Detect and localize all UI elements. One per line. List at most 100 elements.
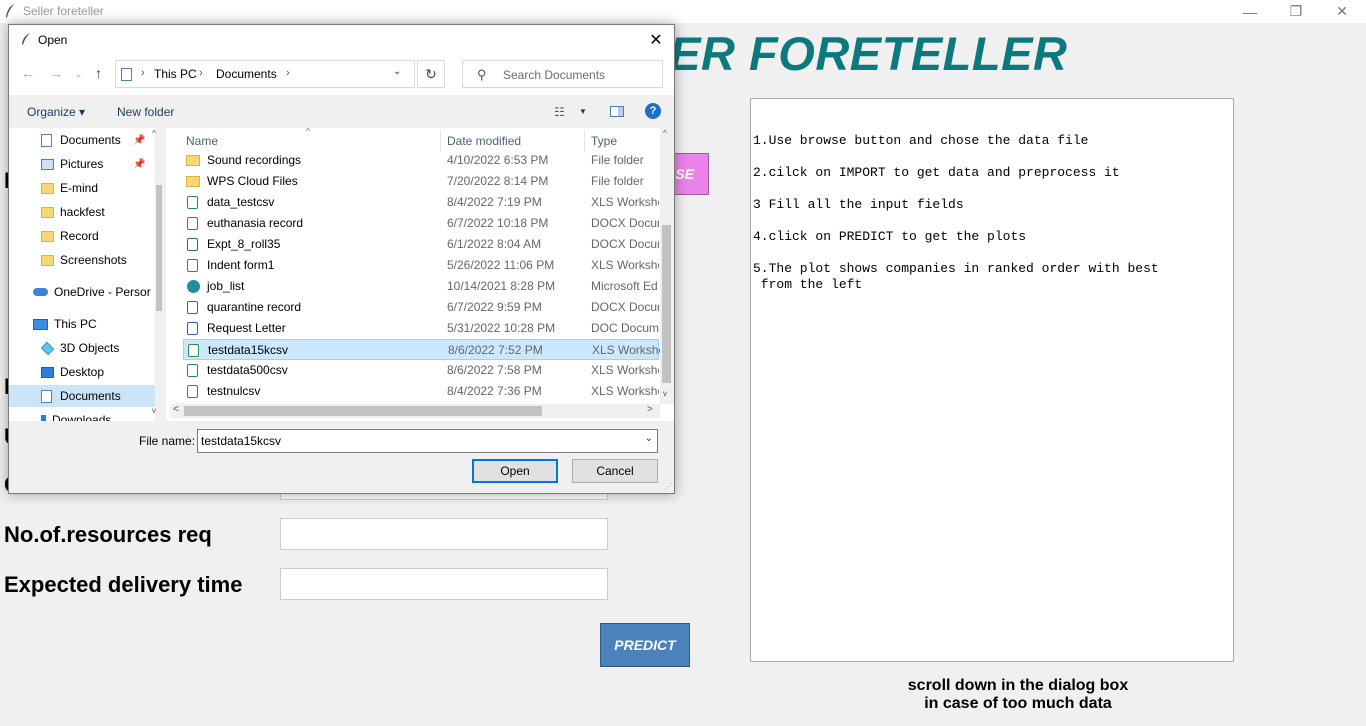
file-list-horizontal-scroll-thumb[interactable] [184, 406, 542, 416]
instruction-line: from the left [753, 277, 863, 292]
chevron-right-icon: › [286, 67, 290, 79]
file-row[interactable]: data_testcsv 8/4/2022 7:19 PM XLS Workshe [183, 192, 659, 213]
column-divider[interactable] [440, 130, 441, 152]
chevron-down-icon[interactable]: ▼ [579, 107, 587, 116]
breadcrumb-this-pc[interactable]: This PC [154, 67, 197, 81]
file-type: DOCX Docur [591, 237, 659, 251]
file-name: Expt_8_roll35 [207, 237, 281, 251]
scroll-note-line-1: scroll down in the dialog box [907, 677, 1129, 694]
dialog-titlebar: Open ✕ [9, 25, 674, 55]
instructions-box[interactable]: 1.Use browse button and chose the data f… [750, 98, 1234, 662]
up-arrow-icon[interactable]: ↑ [95, 65, 102, 81]
file-row[interactable]: job_list 10/14/2021 8:28 PM Microsoft Ed [183, 276, 659, 297]
pin-icon: 📌 [133, 134, 146, 146]
close-button[interactable]: ✕ [1319, 0, 1365, 23]
nav-item-pictures[interactable]: Pictures 📌 [41, 153, 163, 175]
scroll-down-icon[interactable]: v [152, 406, 156, 415]
nav-item-this-pc[interactable]: This PC [33, 313, 163, 335]
nav-item-screenshots[interactable]: Screenshots [41, 249, 163, 271]
file-list-vertical-scroll-thumb[interactable] [662, 225, 671, 383]
cube-icon [41, 341, 55, 355]
file-row[interactable]: Expt_8_roll35 6/1/2022 8:04 AM DOCX Docur [183, 234, 659, 255]
nav-item-record[interactable]: Record [41, 225, 163, 247]
file-date: 7/20/2022 8:14 PM [447, 174, 549, 188]
nav-item-label: Record [60, 229, 99, 243]
file-row[interactable]: Request Letter 5/31/2022 10:28 PM DOC Docu… [183, 318, 659, 339]
file-name-input[interactable]: testdata15kcsv ⌄ [197, 429, 658, 453]
instruction-line: 3 Fill all the input fields [753, 197, 964, 212]
scroll-down-icon[interactable]: v [663, 389, 667, 398]
spreadsheet-icon [188, 344, 199, 357]
cancel-button[interactable]: Cancel [572, 459, 658, 483]
computer-icon [33, 318, 48, 330]
nav-item-hackfest[interactable]: hackfest [41, 201, 163, 223]
maximize-button[interactable]: ❐ [1273, 0, 1319, 23]
pictures-icon [41, 158, 54, 170]
file-type: DOC Docum [591, 321, 659, 335]
delivery-time-input[interactable] [280, 568, 608, 600]
file-row[interactable]: testdata500csv 8/6/2022 7:58 PM XLS Worksh… [183, 360, 659, 381]
scroll-left-icon[interactable]: < [173, 404, 179, 415]
help-icon[interactable]: ? [645, 103, 661, 119]
nav-pane-scroll-thumb[interactable] [156, 185, 162, 311]
chevron-down-icon[interactable]: ⌄ [645, 433, 653, 444]
refresh-icon[interactable]: ↻ [417, 60, 445, 88]
file-row[interactable]: euthanasia record 6/7/2022 10:18 PM DOCX D… [183, 213, 659, 234]
nav-item-label: Pictures [60, 157, 104, 171]
column-date-modified[interactable]: Date modified [447, 134, 521, 148]
back-arrow-icon[interactable]: ← [21, 65, 35, 81]
search-input[interactable]: ⚲ Search Documents [462, 60, 663, 88]
view-options-icon[interactable]: ☷ [554, 105, 565, 119]
scroll-up-icon[interactable]: ^ [663, 129, 667, 138]
file-row[interactable]: Indent form1 5/26/2022 11:06 PM XLS Worksh… [183, 255, 659, 276]
nav-item-onedrive[interactable]: OneDrive - Persor [33, 281, 163, 303]
nav-item-3d-objects[interactable]: 3D Objects [41, 337, 163, 359]
organize-button[interactable]: Organize ▾ [27, 105, 85, 119]
forward-arrow-icon[interactable]: → [49, 65, 63, 81]
file-row[interactable]: WPS Cloud Files 7/20/2022 8:14 PM File fol… [183, 171, 659, 192]
nav-item-e-mind[interactable]: E-mind [41, 177, 163, 199]
column-type[interactable]: Type [591, 134, 617, 148]
address-bar[interactable]: › This PC › Documents › ⌄ [115, 60, 415, 88]
file-name: euthanasia record [207, 216, 304, 230]
chevron-down-icon[interactable]: ⌄ [393, 66, 401, 77]
scroll-up-icon[interactable]: ^ [152, 129, 156, 138]
file-type: XLS Workshe [591, 384, 659, 398]
file-name: job_list [207, 279, 245, 293]
file-type: DOCX Docur [591, 300, 659, 314]
column-name[interactable]: Name [186, 134, 218, 148]
minimize-button[interactable]: — [1227, 0, 1273, 23]
word-document-icon [187, 301, 198, 314]
file-list: ^ Name Date modified Type Sound recordin… [166, 128, 674, 421]
recent-locations-icon[interactable]: ⌄ [75, 69, 83, 80]
nav-item-desktop[interactable]: Desktop [41, 361, 163, 383]
file-date: 8/4/2022 7:19 PM [447, 195, 542, 209]
dialog-toolbar: Organize ▾ New folder ☷ ▼ ? [9, 98, 674, 126]
scroll-right-icon[interactable]: > [647, 404, 653, 415]
open-button[interactable]: Open [472, 459, 558, 483]
desktop-icon [41, 366, 54, 378]
resources-input[interactable] [280, 518, 608, 550]
nav-item-documents[interactable]: Documents [9, 385, 155, 407]
spreadsheet-icon [187, 217, 198, 230]
nav-item-downloads[interactable]: Downloads [41, 409, 163, 421]
file-type: XLS Workshe [591, 363, 659, 377]
breadcrumb-documents[interactable]: Documents [216, 67, 277, 81]
folder-icon [41, 182, 54, 194]
file-row[interactable]: Sound recordings 4/10/2022 6:53 PM File fo… [183, 150, 659, 171]
preview-pane-icon[interactable] [610, 106, 624, 117]
dialog-close-button[interactable]: ✕ [644, 28, 668, 52]
file-row[interactable]: testnulcsv 8/4/2022 7:36 PM XLS Workshe [183, 381, 659, 402]
file-row-selected[interactable]: testdata15kcsv 8/6/2022 7:52 PM XLS Worksh… [183, 339, 660, 360]
file-list-header: ^ Name Date modified Type [166, 128, 659, 152]
file-name: quarantine record [207, 300, 302, 314]
file-name: WPS Cloud Files [207, 174, 298, 188]
new-folder-button[interactable]: New folder [117, 105, 174, 119]
resize-grip-icon[interactable]: ⋰ [664, 482, 672, 491]
nav-item-documents-quick[interactable]: Documents 📌 [41, 129, 163, 151]
feather-icon [22, 33, 30, 45]
column-divider[interactable] [584, 130, 585, 152]
nav-item-label: Desktop [60, 365, 105, 379]
file-row[interactable]: quarantine record 6/7/2022 9:59 PM DOCX Do… [183, 297, 659, 318]
predict-button[interactable]: PREDICT [600, 623, 690, 667]
